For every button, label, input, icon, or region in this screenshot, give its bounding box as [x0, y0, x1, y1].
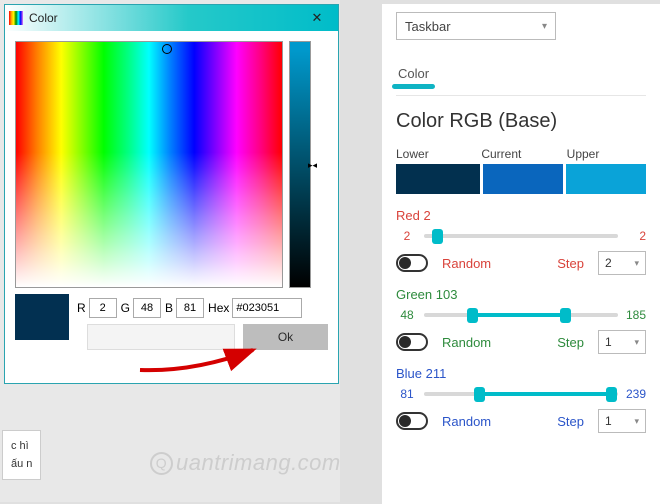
red-step-select[interactable]: 2▾ [598, 251, 646, 275]
lower-swatch[interactable] [396, 164, 480, 194]
channel-red: Red 2 2 2 Random Step 2▾ [396, 208, 646, 275]
dropdown-value: Taskbar [405, 19, 451, 34]
blue-slider[interactable] [424, 392, 618, 396]
r-input[interactable] [89, 298, 117, 318]
tab-color[interactable]: Color [396, 62, 431, 85]
cancel-button[interactable] [87, 324, 235, 350]
r-label: R [77, 301, 86, 315]
current-swatch[interactable] [483, 164, 563, 194]
divider [396, 95, 646, 96]
chevron-down-icon: ▾ [634, 258, 639, 269]
target-dropdown[interactable]: Taskbar ▾ [396, 12, 556, 40]
ok-button[interactable]: Ok [243, 324, 328, 350]
current-label: Current [481, 147, 560, 161]
value-arrows-icon: ▸◂ [308, 161, 317, 169]
green-step-select[interactable]: 1▾ [598, 330, 646, 354]
blue-random-toggle[interactable] [396, 412, 428, 430]
hue-saturation-field[interactable] [15, 41, 283, 288]
g-input[interactable] [133, 298, 161, 318]
chevron-down-icon: ▾ [634, 416, 639, 427]
chevron-down-icon: ▾ [634, 337, 639, 348]
red-slider[interactable] [424, 234, 618, 238]
close-icon[interactable]: ✕ [302, 9, 332, 27]
hex-label: Hex [208, 301, 229, 315]
green-random-toggle[interactable] [396, 333, 428, 351]
dialog-title: Color [29, 11, 302, 25]
color-dialog: Color ✕ ▸◂ R G B Hex [4, 4, 339, 384]
red-random-toggle[interactable] [396, 254, 428, 272]
channel-blue: Blue 211 81 239 Random Step 1▾ [396, 366, 646, 433]
section-title: Color RGB (Base) [396, 110, 646, 133]
hs-cursor-icon [162, 44, 172, 54]
lower-label: Lower [396, 147, 475, 161]
hex-input[interactable] [232, 298, 302, 318]
upper-label: Upper [567, 147, 646, 161]
right-panel: Taskbar ▾ Color Color RGB (Base) Lower C… [372, 0, 660, 504]
chevron-down-icon: ▾ [542, 21, 547, 32]
titlebar[interactable]: Color ✕ [5, 5, 338, 31]
b-input[interactable] [176, 298, 204, 318]
color-swatch [15, 294, 69, 340]
green-slider[interactable] [424, 313, 618, 317]
channel-green: Green 103 48 185 Random Step 1▾ [396, 287, 646, 354]
color-icon [9, 11, 23, 25]
g-label: G [121, 301, 130, 315]
upper-swatch[interactable] [566, 164, 646, 194]
b-label: B [165, 301, 173, 315]
fragment-text: c hì ấu n [2, 430, 41, 480]
blue-step-select[interactable]: 1▾ [598, 409, 646, 433]
